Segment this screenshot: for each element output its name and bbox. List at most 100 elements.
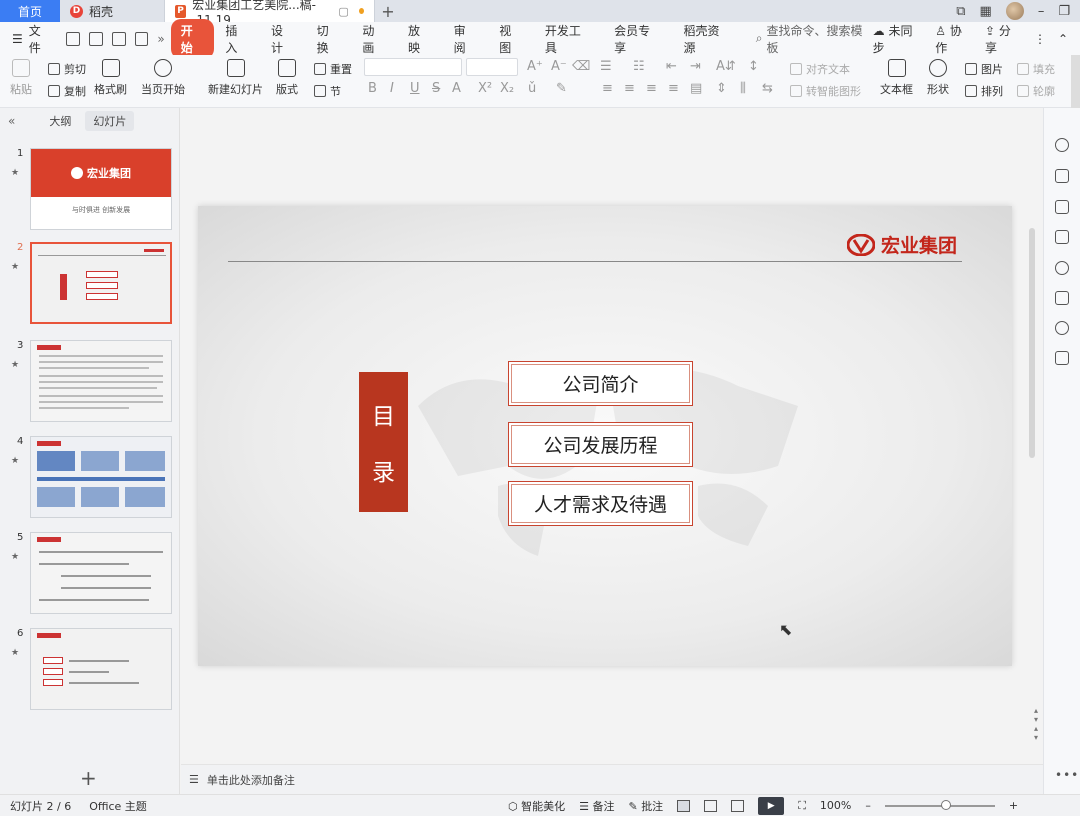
ribbon-scrollbar[interactable] bbox=[1071, 55, 1080, 108]
reset-button[interactable]: 重置 bbox=[314, 61, 352, 77]
paste-button[interactable]: 粘贴 bbox=[10, 59, 32, 97]
section-button[interactable]: 节 bbox=[314, 83, 341, 99]
strikethrough-button[interactable]: S bbox=[432, 81, 440, 96]
zoom-slider[interactable] bbox=[884, 799, 995, 810]
reading-view-button[interactable] bbox=[731, 799, 745, 812]
text-direction-icon[interactable]: A⇵ bbox=[716, 59, 736, 74]
menu-developer[interactable]: 开发工具 bbox=[534, 22, 603, 56]
slide-thumbnail-1[interactable]: 宏业集团 与时俱进 创新发展 bbox=[30, 148, 172, 230]
notes-bar[interactable]: ☰ 单击此处添加备注 bbox=[181, 764, 1043, 794]
copy-button[interactable]: 复制 bbox=[48, 83, 86, 99]
export-pdf-icon[interactable] bbox=[88, 31, 103, 46]
arrange-button[interactable]: 排列 bbox=[965, 83, 1003, 99]
numbered-list-icon[interactable]: ☷ bbox=[633, 59, 645, 74]
layout-button[interactable]: 版式 bbox=[276, 59, 298, 97]
toc-item-talent-needs[interactable]: 人才需求及待遇 bbox=[508, 481, 693, 526]
sync-button[interactable]: ☁ 未同步 bbox=[873, 22, 924, 56]
save-icon[interactable] bbox=[66, 31, 80, 46]
tab-menu-icon[interactable]: ▢ bbox=[338, 5, 348, 18]
toc-title-block[interactable]: 目 录 bbox=[359, 372, 408, 512]
sorter-view-button[interactable] bbox=[704, 799, 718, 812]
print-preview-icon[interactable] bbox=[134, 31, 149, 46]
fill-button[interactable]: 填充 bbox=[1017, 61, 1055, 77]
zoom-slider-knob[interactable] bbox=[940, 799, 951, 810]
menu-home[interactable]: 开始 bbox=[170, 18, 215, 59]
align-center-icon[interactable]: ≡ bbox=[624, 81, 635, 96]
menu-docer-resources[interactable]: 稻壳资源 bbox=[672, 22, 741, 56]
decrease-font-icon[interactable]: A⁻ bbox=[551, 59, 567, 74]
file-menu[interactable]: ☰ 文件 bbox=[12, 22, 52, 56]
picture-button[interactable]: 图片 bbox=[965, 61, 1003, 77]
slide-thumbnail-4[interactable] bbox=[30, 436, 172, 518]
tab-home[interactable]: 首页 bbox=[0, 0, 60, 22]
menu-animation[interactable]: 动画 bbox=[351, 22, 397, 56]
collapse-panel-icon[interactable]: « bbox=[8, 114, 15, 128]
animation-icon[interactable] bbox=[1055, 200, 1069, 214]
print-icon[interactable] bbox=[111, 31, 126, 46]
increase-font-icon[interactable]: A⁺ bbox=[527, 59, 543, 74]
italic-button[interactable]: I bbox=[390, 81, 394, 96]
clear-format-icon[interactable]: ⌫ bbox=[572, 59, 590, 74]
slide-thumbnail-3[interactable] bbox=[30, 340, 172, 422]
bold-button[interactable]: B bbox=[368, 81, 377, 96]
slide-thumbnail-2[interactable] bbox=[30, 242, 172, 324]
tab-outline[interactable]: 大纲 bbox=[49, 113, 71, 129]
decrease-indent-icon[interactable]: ⇤ bbox=[666, 59, 677, 74]
slide-thumbnail-6[interactable] bbox=[30, 628, 172, 710]
increase-indent-icon[interactable]: ⇥ bbox=[690, 59, 701, 74]
menu-transition[interactable]: 切换 bbox=[306, 22, 352, 56]
menu-member[interactable]: 会员专享 bbox=[603, 22, 672, 56]
align-right-icon[interactable]: ≡ bbox=[646, 81, 657, 96]
more-icon[interactable]: ••• bbox=[1055, 768, 1079, 782]
avatar[interactable] bbox=[1005, 2, 1024, 20]
format-painter-button[interactable]: 格式刷 bbox=[94, 59, 127, 97]
share-button[interactable]: ⇪ 分享 bbox=[985, 22, 1022, 56]
menu-design[interactable]: 设计 bbox=[260, 22, 306, 56]
command-search[interactable]: ⌕ 查找命令、搜索模板 bbox=[756, 22, 873, 56]
align-left-icon[interactable]: ≡ bbox=[602, 81, 613, 96]
apps-grid-icon[interactable]: ▦ bbox=[980, 4, 992, 19]
distribute-icon[interactable]: ▤ bbox=[690, 81, 702, 96]
collapse-ribbon-icon[interactable]: ⌃ bbox=[1058, 32, 1068, 46]
minimize-icon[interactable]: – bbox=[1038, 4, 1045, 19]
cut-button[interactable]: 剪切 bbox=[48, 61, 86, 77]
outline-button[interactable]: 轮廓 bbox=[1017, 83, 1055, 99]
toc-item-company-intro[interactable]: 公司简介 bbox=[508, 361, 693, 406]
align-text-button[interactable]: 对齐文本 bbox=[790, 61, 850, 77]
layout-switch-icon[interactable]: ⧉ bbox=[956, 4, 965, 19]
paragraph-spacing-icon[interactable]: ⇕ bbox=[716, 81, 727, 96]
more-options-icon[interactable]: ⋮ bbox=[1034, 32, 1046, 46]
slideshow-play-button[interactable]: ▶ bbox=[758, 796, 785, 815]
normal-view-button[interactable] bbox=[677, 799, 691, 812]
collab-button[interactable]: ♙ 协作 bbox=[935, 22, 973, 56]
toc-item-company-history[interactable]: 公司发展历程 bbox=[508, 422, 693, 467]
comments-button[interactable]: ✎ 批注 bbox=[628, 798, 663, 814]
book-icon[interactable] bbox=[1055, 351, 1069, 365]
smart-beautify-button[interactable]: ⬡ 智能美化 bbox=[508, 798, 565, 814]
settings-sliders-icon[interactable] bbox=[1055, 169, 1069, 183]
add-slide-button[interactable]: + bbox=[80, 766, 97, 790]
highlight-icon[interactable]: ✎ bbox=[556, 81, 567, 96]
tab-slides[interactable]: 幻灯片 bbox=[85, 111, 135, 131]
restore-icon[interactable]: ❐ bbox=[1058, 4, 1070, 19]
play-from-current-button[interactable]: 当页开始 bbox=[141, 59, 185, 97]
transition-icon[interactable] bbox=[1055, 230, 1069, 244]
phonetic-icon[interactable]: ǔ bbox=[528, 81, 536, 96]
font-family-select[interactable] bbox=[364, 58, 462, 76]
underline-button[interactable]: U bbox=[410, 81, 420, 96]
textbox-button[interactable]: 文本框 bbox=[880, 59, 913, 97]
tab-docer[interactable]: D 稻壳 bbox=[60, 0, 165, 22]
current-slide[interactable]: 宏业集团 目 录 公司简介 公司发展历程 人才需求及待遇 bbox=[198, 206, 1012, 666]
subscript-icon[interactable]: X₂ bbox=[500, 81, 514, 96]
menu-slideshow[interactable]: 放映 bbox=[397, 22, 443, 56]
fit-window-icon[interactable]: ⛶ bbox=[798, 799, 806, 813]
zoom-out-button[interactable]: – bbox=[865, 799, 871, 812]
image-edit-icon[interactable] bbox=[1055, 291, 1069, 305]
zoom-in-button[interactable]: + bbox=[1009, 799, 1018, 812]
rocket-icon[interactable] bbox=[1055, 138, 1069, 152]
shape-button[interactable]: 形状 bbox=[927, 59, 949, 97]
justify-icon[interactable]: ≡ bbox=[668, 81, 679, 96]
new-tab-button[interactable]: + bbox=[375, 0, 401, 22]
zoom-level[interactable]: 100% bbox=[820, 799, 851, 812]
font-size-select[interactable] bbox=[466, 58, 518, 76]
